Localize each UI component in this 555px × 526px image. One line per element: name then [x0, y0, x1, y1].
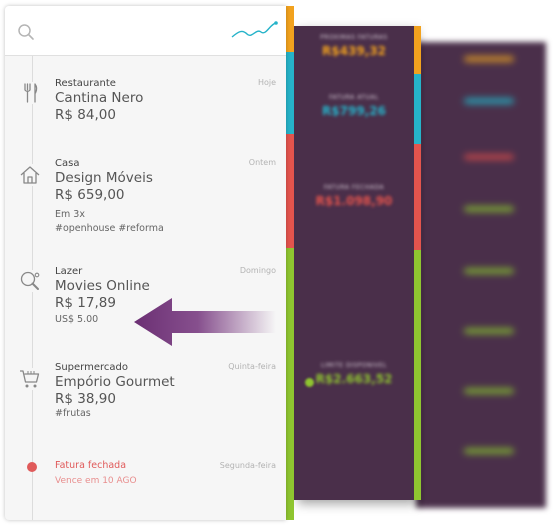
- blurred-line: [464, 328, 514, 334]
- blurred-line: [464, 206, 514, 212]
- transaction-amount: R$ 38,90: [55, 391, 116, 407]
- strip-green: [286, 248, 294, 520]
- transaction-name: Cantina Nero: [55, 90, 144, 106]
- transaction-name: Empório Gourmet: [55, 374, 175, 390]
- transaction-category: Lazer: [55, 266, 83, 277]
- cutlery-icon: [19, 82, 41, 104]
- strip-red: [286, 134, 294, 248]
- blurred-line: [464, 56, 514, 62]
- transaction-amount: R$ 659,00: [55, 187, 125, 203]
- fatura-title[interactable]: Fatura fechada: [55, 460, 126, 471]
- transaction-category: Supermercado: [55, 362, 128, 373]
- summary-atual: FATURA ATUAL R$799,26: [322, 94, 386, 118]
- limit-dot: [305, 378, 314, 387]
- blurred-line: [464, 388, 514, 394]
- transaction-date: Ontem: [248, 158, 276, 167]
- trend-line-icon[interactable]: [230, 18, 280, 40]
- transaction-category: Casa: [55, 158, 80, 169]
- ping-pong-icon: [19, 270, 41, 292]
- transaction-name: Design Móveis: [55, 170, 153, 186]
- blurred-line: [464, 268, 514, 274]
- search-bar[interactable]: [5, 6, 286, 56]
- orange-tab: [414, 26, 421, 74]
- transaction-date: Hoje: [257, 78, 276, 87]
- fatura-date: Segunda-feira: [219, 461, 276, 470]
- blurred-line: [464, 98, 514, 104]
- fatura-due-date: Vence em 10 AGO: [55, 476, 137, 486]
- summary-card: PRÓXIMAS FATURAS R$439,32 FATURA ATUAL R…: [294, 26, 421, 500]
- installments-text: Em 3x: [55, 209, 85, 220]
- teal-tab: [414, 74, 421, 144]
- fatura-status-dot: [27, 462, 37, 472]
- tags-text: #frutas: [55, 408, 91, 419]
- tags-text: #openhouse #reforma: [55, 223, 164, 234]
- strip-teal: [286, 52, 294, 134]
- summary-proximas: PRÓXIMAS FATURAS R$439,32: [320, 34, 388, 58]
- transaction-name: Movies Online: [55, 278, 150, 294]
- transaction-amount: R$ 84,00: [55, 107, 116, 123]
- strip-orange: [286, 6, 294, 52]
- shopping-cart-icon: [19, 368, 41, 390]
- transaction-category: Restaurante: [55, 78, 116, 89]
- green-tab: [414, 250, 421, 500]
- blurred-line: [464, 448, 514, 454]
- search-icon[interactable]: [17, 23, 35, 41]
- foreign-amount: US$ 5.00: [55, 314, 99, 325]
- transaction-date: Domingo: [239, 266, 276, 275]
- swipe-left-arrow-icon: [134, 298, 276, 346]
- red-tab: [414, 144, 421, 250]
- summary-fechada: FATURA FECHADA R$1.098,90: [315, 184, 393, 208]
- blurred-line: [464, 154, 514, 160]
- transaction-amount: R$ 17,89: [55, 295, 116, 311]
- transaction-date: Quinta-feira: [228, 362, 276, 371]
- timeline-panel: Restaurante Hoje Cantina Nero R$ 84,00 C…: [5, 6, 286, 520]
- background-card-back: [416, 42, 546, 508]
- house-icon: [19, 164, 41, 186]
